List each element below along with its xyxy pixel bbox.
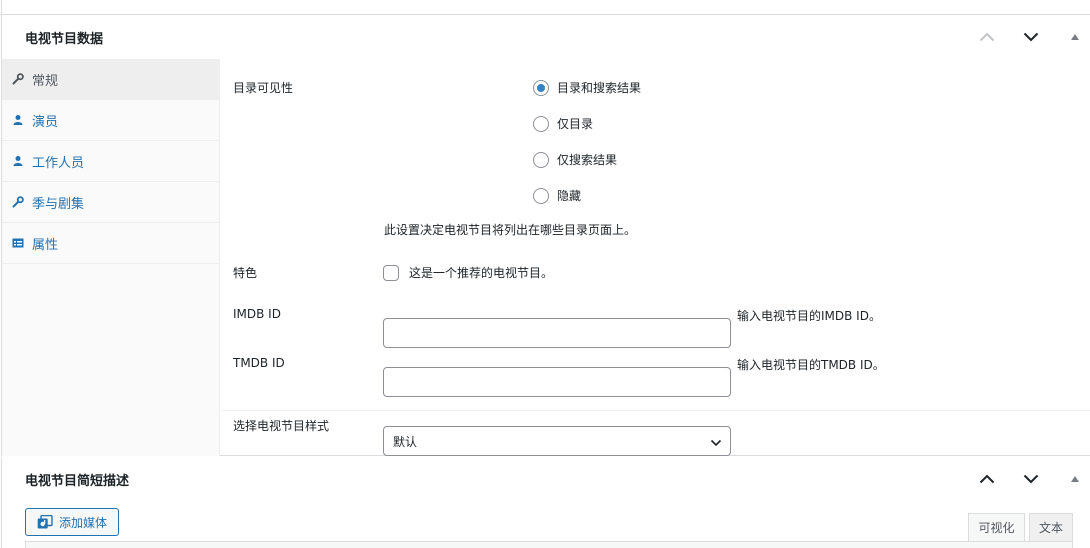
panel-header: 电视节目简短描述 <box>2 457 1090 501</box>
tab-label: 季与剧集 <box>32 196 85 212</box>
radio-button[interactable] <box>533 151 549 168</box>
tv-style-selected-value: 默认 <box>393 434 418 449</box>
wrench-icon <box>12 196 24 208</box>
top-strip <box>0 0 1090 15</box>
person-icon <box>12 114 24 126</box>
chevron-up-icon <box>979 32 995 42</box>
toggle-panel-button[interactable] <box>1063 25 1087 49</box>
wrench-icon <box>12 73 24 85</box>
chevron-down-icon <box>1023 32 1039 42</box>
tab-cast[interactable]: 演员 <box>2 100 219 141</box>
move-up-button[interactable] <box>975 467 999 491</box>
tab-attributes[interactable]: 属性 <box>2 223 219 264</box>
radio-button[interactable] <box>533 187 549 204</box>
radio-hidden[interactable]: 隐藏 <box>533 187 581 204</box>
featured-checkbox-row[interactable]: 这是一个推荐的电视节目。 <box>383 264 553 281</box>
tmdb-id-hint: 输入电视节目的TMDB ID。 <box>737 358 885 372</box>
tv-style-select[interactable]: 默认 <box>383 426 731 456</box>
catalog-visibility-label: 目录可见性 <box>233 81 294 95</box>
chevron-down-icon <box>710 436 722 450</box>
tab-label: 工作人员 <box>32 155 85 171</box>
featured-checkbox-label: 这是一个推荐的电视节目。 <box>409 266 554 280</box>
tv-short-description-panel: 电视节目简短描述 添加媒体 可视化 文本 <box>1 457 1090 548</box>
move-up-button[interactable] <box>975 25 999 49</box>
tv-show-data-panel: 电视节目数据 常规 演员 工作人员 季与剧集 属性 目录可见性 目录和搜索结果 … <box>1 15 1090 456</box>
tab-visual[interactable]: 可视化 <box>968 513 1025 541</box>
tab-general[interactable]: 常规 <box>2 59 219 100</box>
triangle-up-icon <box>1071 476 1079 482</box>
move-down-button[interactable] <box>1019 467 1043 491</box>
chevron-up-icon <box>979 474 995 484</box>
toggle-panel-button[interactable] <box>1063 467 1087 491</box>
editor-toolbar-edge <box>25 541 1073 548</box>
imdb-id-label: IMDB ID <box>233 307 281 321</box>
tab-crew[interactable]: 工作人员 <box>2 141 219 182</box>
featured-label: 特色 <box>233 266 258 280</box>
add-media-button[interactable]: 添加媒体 <box>25 508 119 536</box>
imdb-id-input[interactable] <box>383 318 731 348</box>
radio-catalog-only[interactable]: 仅目录 <box>533 115 593 132</box>
panel-title: 电视节目简短描述 <box>25 474 130 489</box>
tab-label: 常规 <box>32 73 59 89</box>
general-tab-content: 目录可见性 目录和搜索结果 仅目录 仅搜索结果 隐藏 此设置决定电视节目将列出在… <box>221 59 1090 456</box>
add-media-label: 添加媒体 <box>58 515 107 530</box>
tmdb-id-label: TMDB ID <box>233 356 285 370</box>
tmdb-id-input[interactable] <box>383 367 731 397</box>
radio-button[interactable] <box>533 115 549 132</box>
tab-visual-label: 可视化 <box>978 521 1015 535</box>
radio-search-only[interactable]: 仅搜索结果 <box>533 151 617 168</box>
imdb-id-hint: 输入电视节目的IMDB ID。 <box>737 309 881 323</box>
panel-header: 电视节目数据 <box>2 15 1090 59</box>
list-table-icon <box>12 237 24 249</box>
radio-catalog-and-search[interactable]: 目录和搜索结果 <box>533 79 641 96</box>
featured-checkbox[interactable] <box>383 264 399 281</box>
tab-label: 演员 <box>32 114 59 130</box>
tab-text[interactable]: 文本 <box>1029 513 1073 541</box>
radio-label: 仅搜索结果 <box>557 153 618 167</box>
radio-button[interactable] <box>533 79 549 96</box>
panel-title: 电视节目数据 <box>25 32 104 47</box>
radio-label: 隐藏 <box>557 189 582 203</box>
catalog-visibility-description: 此设置决定电视节目将列出在哪些目录页面上。 <box>384 223 637 237</box>
chevron-down-icon <box>1023 474 1039 484</box>
tv-style-label: 选择电视节目样式 <box>233 419 330 433</box>
data-tabs: 常规 演员 工作人员 季与剧集 属性 <box>2 59 220 456</box>
move-down-button[interactable] <box>1019 25 1043 49</box>
radio-label: 仅目录 <box>557 117 594 131</box>
triangle-up-icon <box>1071 34 1079 40</box>
radio-label: 目录和搜索结果 <box>557 81 642 95</box>
tab-text-label: 文本 <box>1038 521 1063 535</box>
section-divider <box>221 410 1090 411</box>
person-icon <box>12 155 24 167</box>
media-icon <box>37 515 53 529</box>
tab-label: 属性 <box>32 237 59 253</box>
tab-seasons[interactable]: 季与剧集 <box>2 182 219 223</box>
